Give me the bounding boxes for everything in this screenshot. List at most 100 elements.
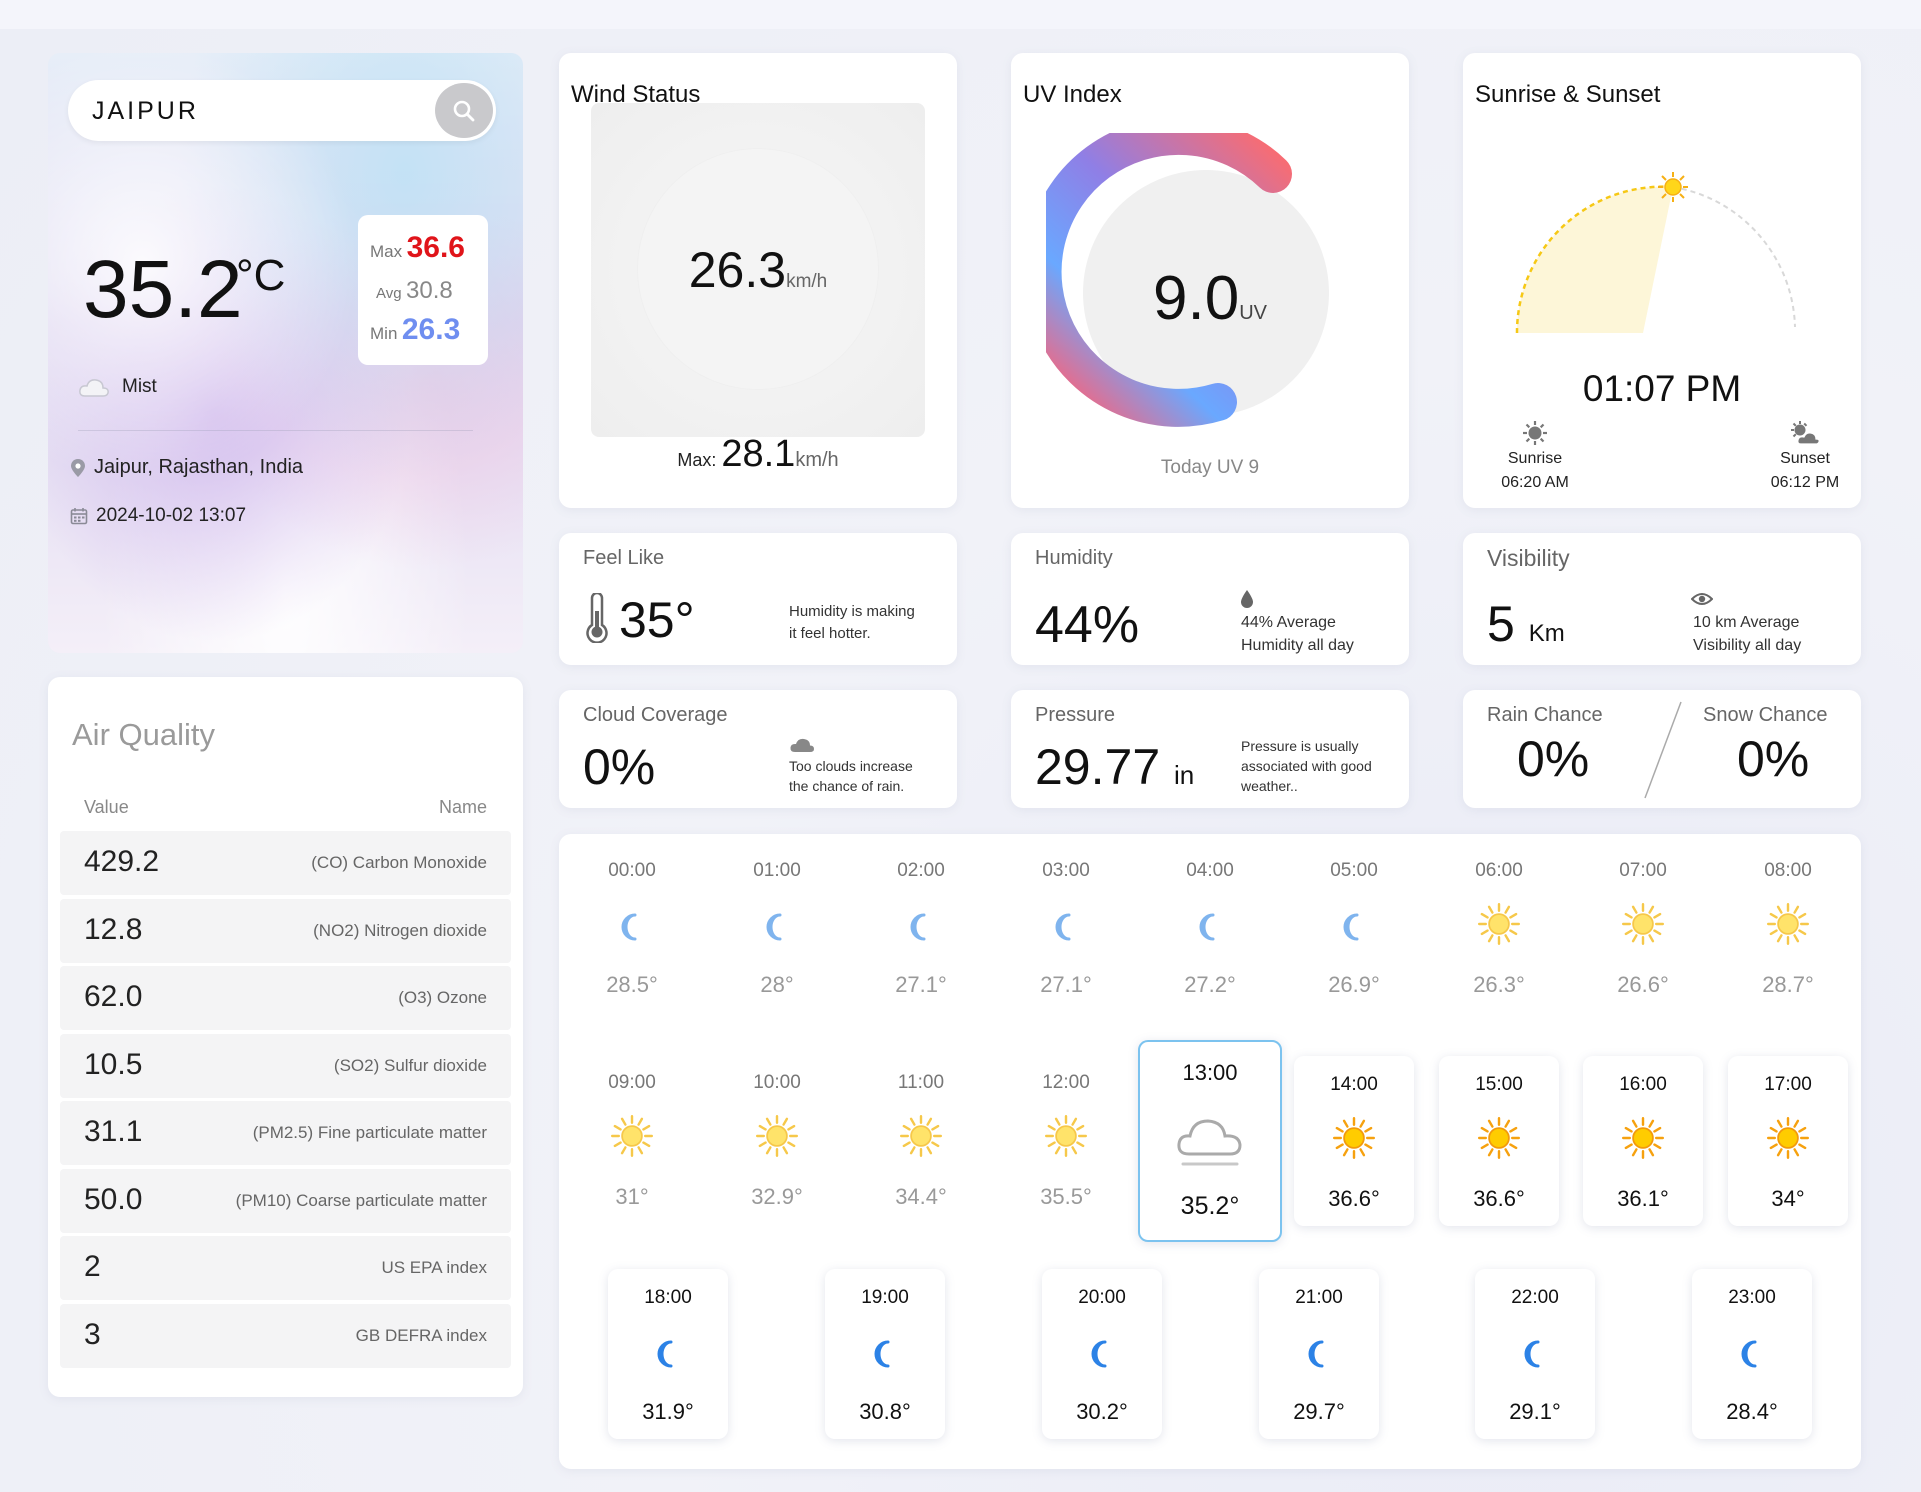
hour-temperature: 36.1° — [1617, 1186, 1669, 1211]
sun-path-graph — [1515, 172, 1796, 334]
pressure-note-line-1: Pressure is usually — [1241, 738, 1359, 754]
moon-icon — [1524, 1340, 1540, 1368]
sun-icon — [610, 1114, 654, 1158]
hour-weather-icon — [717, 1114, 837, 1158]
pressure-note-line-2: associated with good — [1241, 758, 1372, 774]
hourly-forecast-item[interactable]: 20:00 30.2° — [1042, 1269, 1162, 1439]
moon-icon — [1308, 1340, 1324, 1368]
min-row: Min 26.3 — [370, 313, 460, 347]
avg-label: Avg — [376, 285, 402, 302]
hour-temperature: 35.5° — [1040, 1184, 1092, 1209]
sunset-icon — [1791, 421, 1820, 445]
visibility-note-line-2: Visibility all day — [1693, 637, 1802, 654]
current-temperature: 35.2 — [83, 244, 243, 335]
hourly-forecast-item[interactable]: 00:00 28.5° — [572, 842, 692, 1012]
pressure-unit: in — [1174, 760, 1195, 790]
hour-weather-icon — [1475, 1339, 1595, 1369]
humidity-value: 44% — [1035, 596, 1140, 654]
air-quality-name: (O3) Ozone — [398, 988, 487, 1007]
air-quality-row: 3 GB DEFRA index — [60, 1303, 511, 1368]
visibility-card: Visibility 5 Km 10 km Average Visibility… — [1463, 533, 1861, 665]
air-quality-value: 12.8 — [84, 912, 143, 946]
hourly-forecast-item[interactable]: 12:00 35.5° — [1006, 1054, 1126, 1224]
visibility-title: Visibility — [1487, 545, 1570, 571]
wind-max-label: Max: — [677, 450, 717, 470]
hourly-forecast-item[interactable]: 19:00 30.8° — [825, 1269, 945, 1439]
pressure-number: 29.77 — [1035, 739, 1161, 795]
hourly-forecast-item[interactable]: 03:00 27.1° — [1006, 842, 1126, 1012]
cloud-coverage-note-line-1: Too clouds increase — [789, 758, 913, 774]
hour-temperature: 36.6° — [1328, 1186, 1380, 1211]
hourly-forecast-item[interactable]: 17:00 34° — [1728, 1056, 1848, 1226]
hourly-forecast-item[interactable]: 07:00 26.6° — [1583, 842, 1703, 1012]
sun-icon — [1477, 1116, 1521, 1160]
cloud-icon — [1177, 1119, 1242, 1166]
sun-position-icon — [1658, 172, 1688, 202]
hour-temperature: 35.2° — [1180, 1192, 1240, 1220]
uv-index-card: UV Index 9.0UV Today UV 9 — [1011, 53, 1409, 508]
air-quality-name: GB DEFRA index — [355, 1325, 487, 1345]
hour-time: 03:00 — [1042, 860, 1090, 881]
hourly-forecast-item[interactable]: 08:00 28.7° — [1728, 842, 1848, 1012]
hour-weather-icon — [1140, 1110, 1280, 1172]
hour-time: 23:00 — [1728, 1287, 1776, 1308]
air-quality-name: US EPA index — [381, 1258, 487, 1277]
air-quality-card: Air Quality Value Name 429.2 (CO) Carbon … — [48, 677, 523, 1397]
min-value: 26.3 — [401, 313, 461, 346]
hour-weather-icon — [1583, 902, 1703, 946]
uv-unit: UV — [1239, 302, 1267, 324]
hourly-forecast-item[interactable]: 06:00 26.3° — [1439, 842, 1559, 1012]
uv-value: 9.0UV — [1011, 263, 1409, 334]
hour-time: 15:00 — [1475, 1074, 1523, 1095]
pressure-value: 29.77 in — [1035, 738, 1194, 796]
hour-weather-icon — [1294, 912, 1414, 942]
hour-temperature: 31° — [615, 1184, 649, 1209]
wind-status-card: Wind Status 26.3km/h Max: 28.1km/h — [559, 53, 957, 508]
cloud-coverage-note: Too clouds increase the chance of rain. — [789, 756, 913, 796]
hourly-forecast-item[interactable]: 09:00 31° — [572, 1054, 692, 1224]
hourly-forecast-item[interactable]: 22:00 29.1° — [1475, 1269, 1595, 1439]
column-header-value: Value — [84, 797, 129, 817]
feel-like-note-line-2: it feel hotter. — [789, 625, 871, 642]
air-quality-row: 31.1 (PM2.5) Fine particulate matter — [60, 1101, 511, 1165]
hourly-forecast-item[interactable]: 11:00 34.4° — [861, 1054, 981, 1224]
hourly-forecast-item[interactable]: 10:00 32.9° — [717, 1054, 837, 1224]
hourly-forecast-item[interactable]: 23:00 28.4° — [1692, 1269, 1812, 1439]
hour-time: 10:00 — [753, 1072, 801, 1093]
visibility-note: 10 km Average Visibility all day — [1693, 611, 1801, 657]
air-quality-title: Air Quality — [72, 717, 215, 752]
hour-weather-icon — [1294, 1116, 1414, 1160]
air-quality-value: 31.1 — [84, 1115, 143, 1148]
hour-time: 01:00 — [753, 860, 801, 881]
hourly-forecast-item[interactable]: 01:00 28° — [717, 842, 837, 1012]
uv-title: UV Index — [1023, 81, 1122, 108]
visibility-number: 5 — [1487, 596, 1515, 652]
hourly-forecast-item[interactable]: 05:00 26.9° — [1294, 842, 1414, 1012]
hourly-forecast-item[interactable]: 18:00 31.9° — [608, 1269, 728, 1439]
avg-value: 30.8 — [406, 277, 453, 304]
hour-temperature: 34° — [1771, 1186, 1805, 1211]
hourly-forecast-item[interactable]: 14:00 36.6° — [1294, 1056, 1414, 1226]
condition: Mist — [78, 376, 157, 398]
hourly-forecast-item[interactable]: 21:00 29.7° — [1259, 1269, 1379, 1439]
hour-time: 22:00 — [1511, 1287, 1559, 1308]
hourly-forecast-card: 00:00 28.5° 01:00 28° 02:00 27.1° 03:00 27.1° 04… — [559, 834, 1861, 1469]
search-button[interactable] — [435, 83, 493, 138]
hour-temperature: 36.6° — [1473, 1186, 1525, 1211]
hourly-forecast-item[interactable]: 15:00 36.6° — [1439, 1056, 1559, 1226]
hourly-forecast-item[interactable]: 16:00 36.1° — [1583, 1056, 1703, 1226]
search-input[interactable] — [92, 94, 392, 128]
cloud-icon — [79, 379, 109, 397]
hour-weather-icon — [1439, 1116, 1559, 1160]
location-pin-icon — [71, 458, 85, 477]
visibility-note-line-1: 10 km Average — [1693, 614, 1800, 631]
hour-time: 21:00 — [1295, 1287, 1343, 1308]
moon-icon — [1741, 1340, 1757, 1368]
pressure-title: Pressure — [1035, 704, 1116, 726]
hour-weather-icon — [861, 912, 981, 942]
hourly-forecast-item[interactable]: 04:00 27.2° — [1150, 842, 1270, 1012]
hour-temperature: 31.9° — [642, 1399, 694, 1424]
hourly-forecast-item[interactable]: 02:00 27.1° — [861, 842, 981, 1012]
moon-icon — [1091, 1340, 1107, 1368]
hourly-forecast-item[interactable]: 13:00 35.2° — [1138, 1040, 1282, 1242]
